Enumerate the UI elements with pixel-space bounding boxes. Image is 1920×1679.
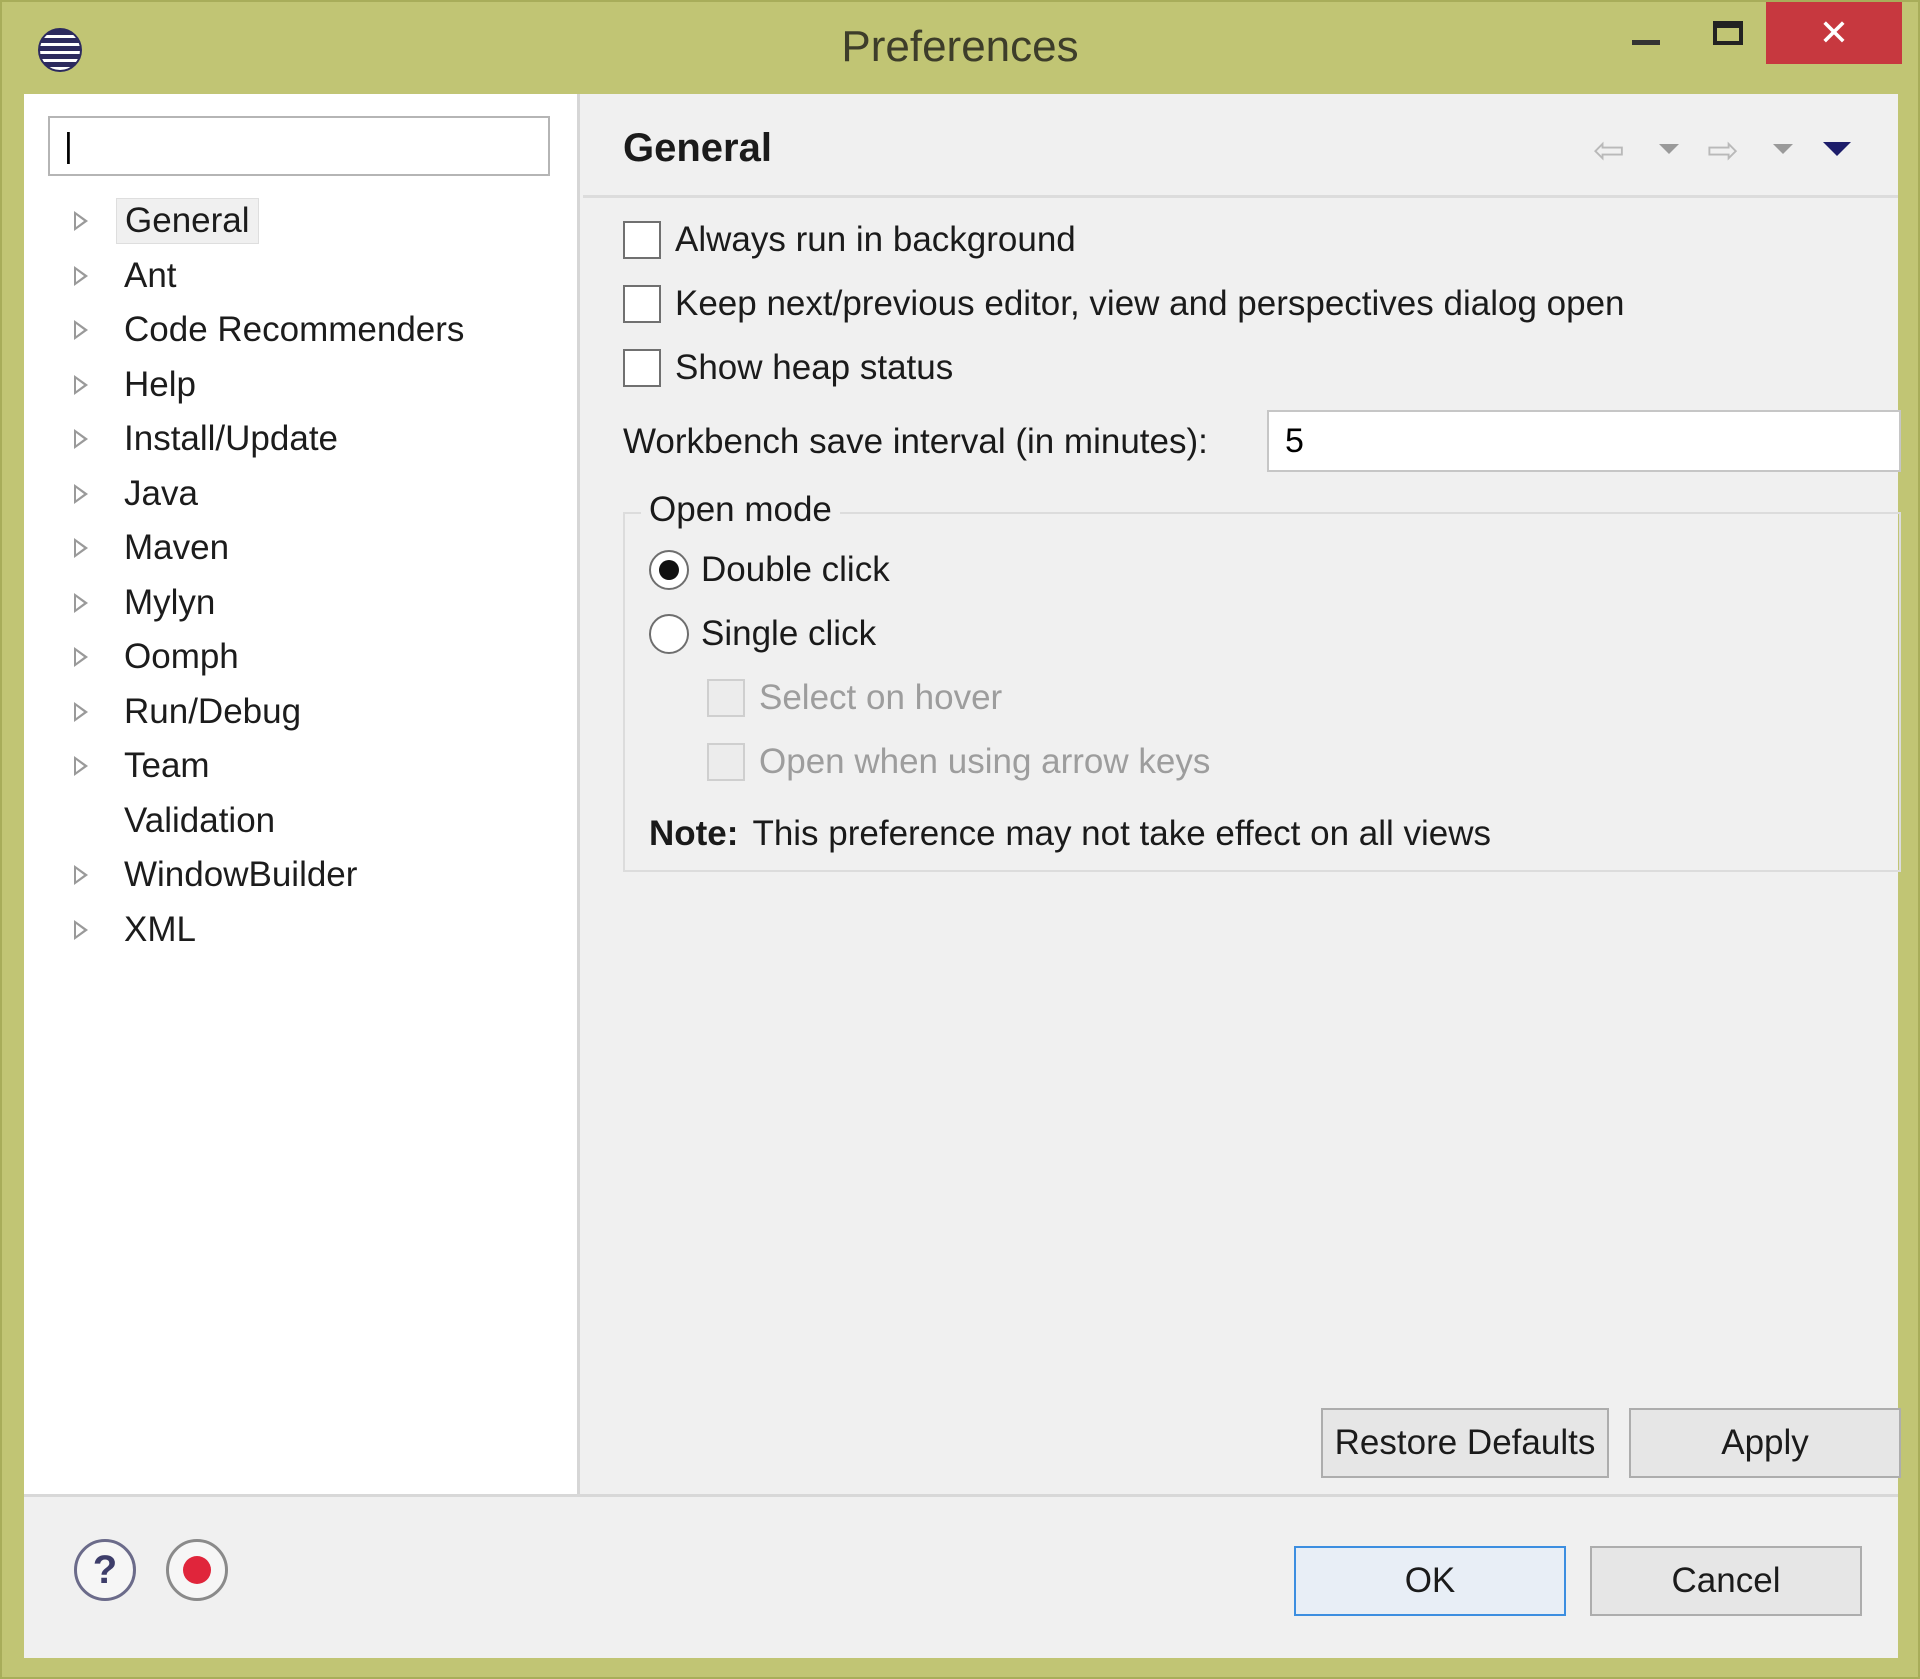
double-click-radio[interactable] xyxy=(649,550,689,590)
tree-item-label: Code Recommenders xyxy=(124,310,465,350)
expand-arrow-icon[interactable] xyxy=(74,592,88,613)
tree-item-general[interactable]: General xyxy=(74,194,472,249)
tree-item-label: XML xyxy=(124,909,196,949)
tree-item-maven[interactable]: Maven xyxy=(74,521,472,576)
expand-arrow-icon[interactable] xyxy=(74,265,88,286)
tree-item-code-recommenders[interactable]: Code Recommenders xyxy=(74,303,472,358)
forward-history-dropdown-icon[interactable] xyxy=(1773,144,1793,154)
tree-item-label: Validation xyxy=(124,800,276,840)
filter-input[interactable] xyxy=(48,116,550,176)
ok-button[interactable]: OK xyxy=(1294,1546,1566,1616)
cancel-button[interactable]: Cancel xyxy=(1590,1546,1862,1616)
tree-item-label: Oomph xyxy=(124,637,239,677)
note-text: This preference may not take effect on a… xyxy=(752,814,1492,853)
dialog-client-area: General Ant Code Recommenders Help Install/U… xyxy=(24,94,1901,1658)
expand-arrow-icon[interactable] xyxy=(74,865,88,886)
tree-item-label: WindowBuilder xyxy=(124,855,358,895)
maximize-button[interactable] xyxy=(1688,2,1768,64)
keep-dialog-open-option[interactable]: Keep next/previous editor, view and pers… xyxy=(623,284,1625,324)
note-label: Note: xyxy=(649,814,739,853)
single-click-radio[interactable] xyxy=(649,614,689,654)
expand-arrow-icon[interactable] xyxy=(74,647,88,668)
tree-item-mylyn[interactable]: Mylyn xyxy=(74,576,472,631)
open-arrow-keys-option: Open when using arrow keys xyxy=(707,742,1210,782)
record-preferences-icon[interactable] xyxy=(166,1539,228,1601)
tree-item-label: Team xyxy=(124,746,210,786)
always-run-background-checkbox[interactable] xyxy=(623,221,661,259)
expand-arrow-icon[interactable] xyxy=(74,756,88,777)
page-header: General ⇦ ⇨ xyxy=(583,94,1898,198)
always-run-background-label: Always run in background xyxy=(675,220,1076,259)
tree-item-xml[interactable]: XML xyxy=(74,903,472,958)
single-click-label: Single click xyxy=(701,614,877,653)
minimize-button[interactable] xyxy=(1606,2,1686,64)
restore-defaults-button[interactable]: Restore Defaults xyxy=(1321,1408,1609,1478)
keep-dialog-open-label: Keep next/previous editor, view and pers… xyxy=(675,284,1625,323)
expand-arrow-icon[interactable] xyxy=(74,429,88,450)
tree-item-run-debug[interactable]: Run/Debug xyxy=(74,685,472,740)
expand-arrow-icon[interactable] xyxy=(74,538,88,559)
expand-arrow-icon[interactable] xyxy=(74,483,88,504)
tree-item-label: General xyxy=(116,198,259,245)
tree-item-label: Run/Debug xyxy=(124,691,302,731)
show-heap-status-label: Show heap status xyxy=(675,348,954,387)
open-mode-legend: Open mode xyxy=(641,490,840,530)
show-heap-status-checkbox[interactable] xyxy=(623,349,661,387)
open-mode-group: Open mode Double click Single click Sele… xyxy=(623,490,1901,872)
always-run-background-option[interactable]: Always run in background xyxy=(623,220,1076,260)
save-interval-input[interactable] xyxy=(1267,410,1901,472)
expand-arrow-icon[interactable] xyxy=(74,919,88,940)
tree-item-oomph[interactable]: Oomph xyxy=(74,630,472,685)
open-arrow-keys-checkbox xyxy=(707,743,745,781)
tree-item-windowbuilder[interactable]: WindowBuilder xyxy=(74,848,472,903)
show-heap-status-option[interactable]: Show heap status xyxy=(623,348,953,388)
save-interval-label: Workbench save interval (in minutes): xyxy=(623,422,1208,461)
minimize-icon xyxy=(1632,39,1660,45)
maximize-icon xyxy=(1713,21,1743,45)
back-arrow-icon[interactable]: ⇦ xyxy=(1593,132,1625,170)
select-on-hover-label: Select on hover xyxy=(759,678,1003,717)
select-on-hover-option: Select on hover xyxy=(707,678,1002,718)
open-mode-note: Note: This preference may not take effect… xyxy=(649,814,1491,854)
tree-item-validation[interactable]: Validation xyxy=(74,794,472,849)
help-icon[interactable]: ? xyxy=(74,1539,136,1601)
preference-page: General ⇦ ⇨ Always run in background Kee… xyxy=(583,94,1901,1494)
apply-button[interactable]: Apply xyxy=(1629,1408,1901,1478)
title-bar[interactable]: Preferences ✕ xyxy=(2,2,1918,94)
preferences-window: Preferences ✕ General Ant Code Recommender… xyxy=(0,0,1920,1679)
double-click-option[interactable]: Double click xyxy=(649,550,890,590)
page-title: General xyxy=(623,126,772,170)
open-arrow-keys-label: Open when using arrow keys xyxy=(759,742,1211,781)
tree-item-team[interactable]: Team xyxy=(74,739,472,794)
tree-item-ant[interactable]: Ant xyxy=(74,249,472,304)
record-dot-icon xyxy=(183,1556,211,1584)
double-click-label: Double click xyxy=(701,550,890,589)
close-icon: ✕ xyxy=(1818,12,1850,53)
single-click-option[interactable]: Single click xyxy=(649,614,876,654)
back-history-dropdown-icon[interactable] xyxy=(1659,144,1679,154)
tree-item-label: Mylyn xyxy=(124,582,216,622)
close-button[interactable]: ✕ xyxy=(1766,2,1902,64)
tree-item-label: Help xyxy=(124,364,196,404)
tree-item-label: Install/Update xyxy=(124,419,339,459)
tree-item-install-update[interactable]: Install/Update xyxy=(74,412,472,467)
forward-arrow-icon[interactable]: ⇨ xyxy=(1707,132,1739,170)
view-menu-icon[interactable] xyxy=(1823,142,1851,156)
preference-tree: General Ant Code Recommenders Help Install/U… xyxy=(74,194,472,957)
tree-item-java[interactable]: Java xyxy=(74,467,472,522)
expand-arrow-icon[interactable] xyxy=(74,701,88,722)
expand-arrow-icon[interactable] xyxy=(74,320,88,341)
expand-arrow-icon[interactable] xyxy=(74,211,88,232)
tree-item-help[interactable]: Help xyxy=(74,358,472,413)
tree-item-label: Maven xyxy=(124,528,230,568)
preference-tree-pane: General Ant Code Recommenders Help Install/U… xyxy=(24,94,580,1494)
tree-item-label: Ant xyxy=(124,255,177,295)
tree-item-label: Java xyxy=(124,473,198,513)
expand-arrow-icon[interactable] xyxy=(74,374,88,395)
keep-dialog-open-checkbox[interactable] xyxy=(623,285,661,323)
select-on-hover-checkbox xyxy=(707,679,745,717)
